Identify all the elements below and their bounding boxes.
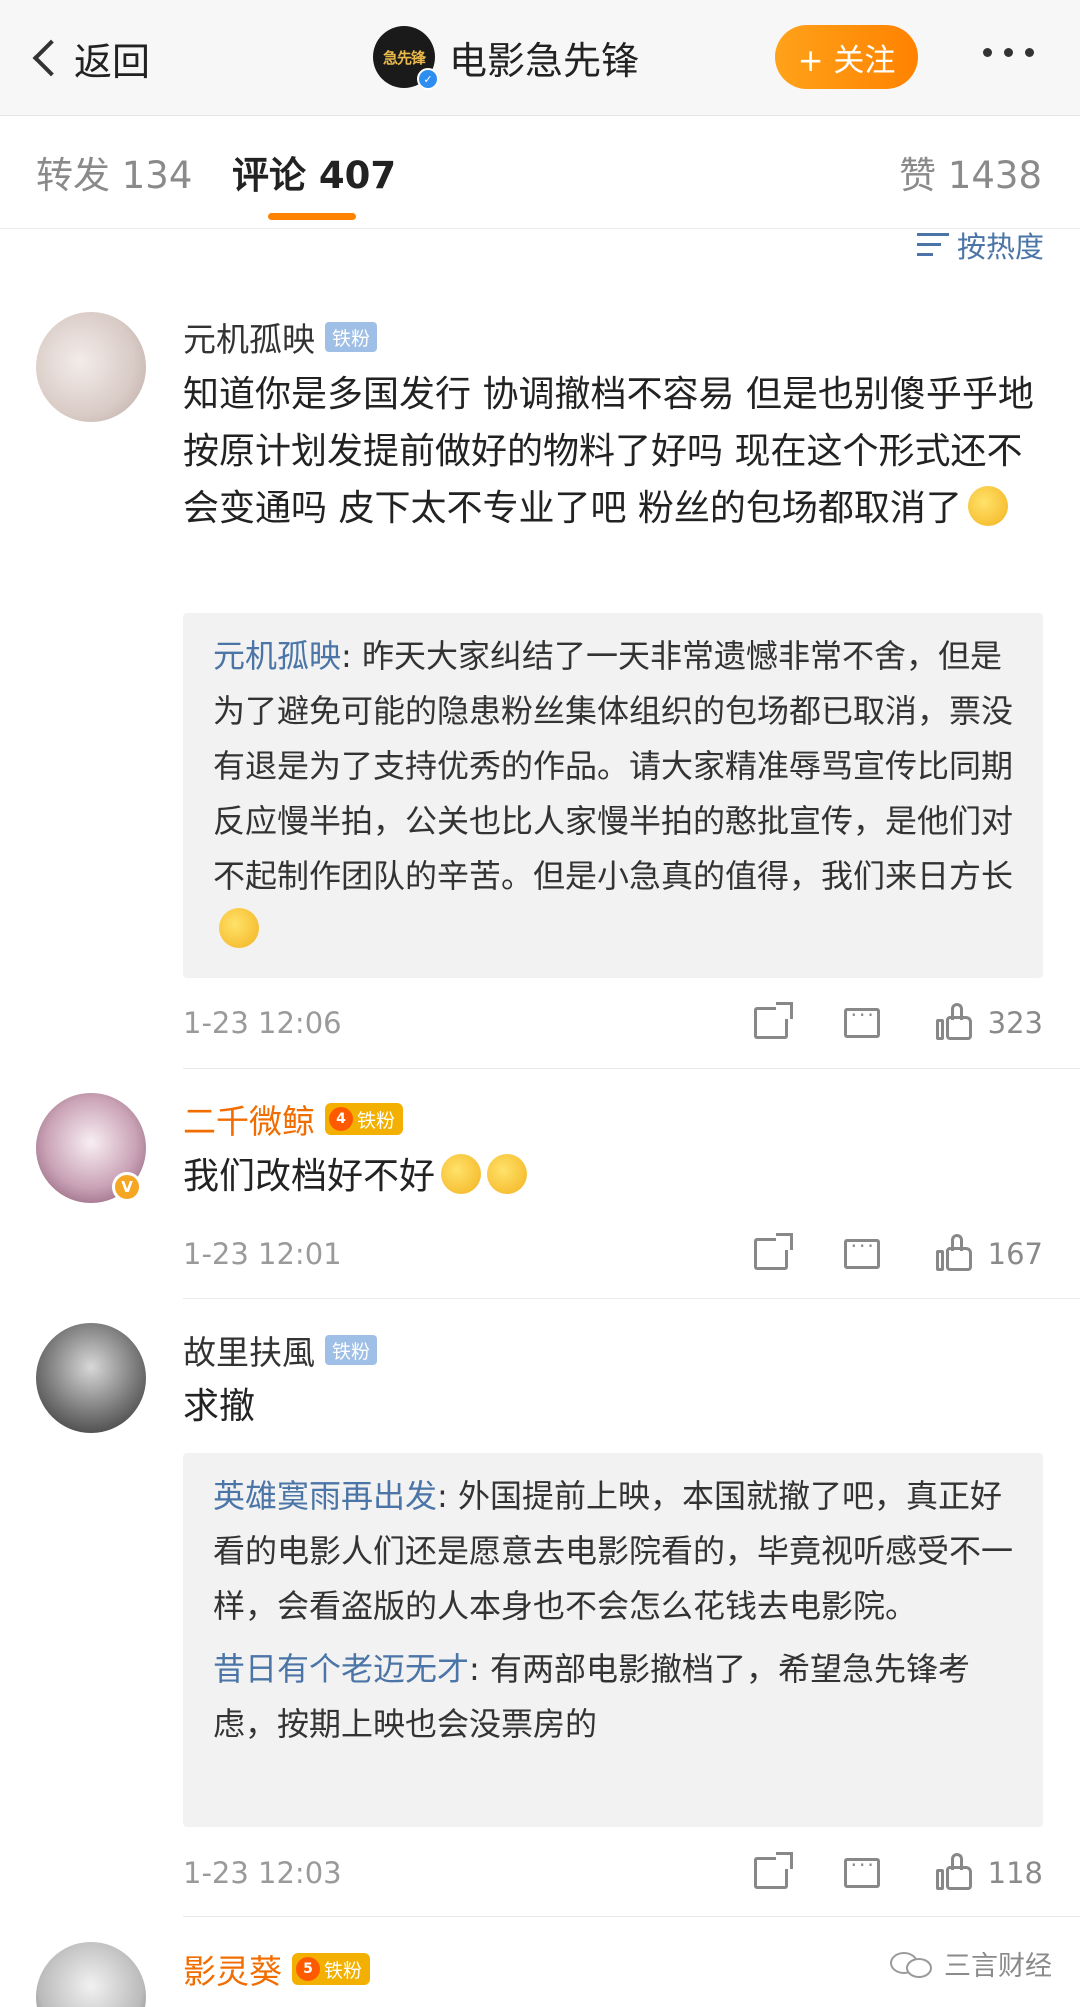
- comment-header: 故里扶風 铁粉: [183, 1326, 378, 1374]
- like-button[interactable]: 118: [935, 1853, 1043, 1893]
- page-title: 电影急先锋: [449, 38, 640, 83]
- commenter-name[interactable]: 元机孤映: [183, 313, 315, 361]
- like-button[interactable]: 167: [935, 1234, 1043, 1274]
- account-avatar: 急先锋 ✓: [373, 26, 439, 90]
- comment-actions: 323: [753, 1002, 1043, 1043]
- reply-item: 昔日有个老迈无才: 有两部电影撤档了，希望急先锋考虑，按期上映也会没票房的: [213, 1642, 1015, 1752]
- commenter-name[interactable]: 影灵葵: [183, 1945, 282, 1993]
- avatar[interactable]: [36, 1942, 146, 2007]
- verified-badge-icon: V: [112, 1172, 142, 1202]
- reply-author[interactable]: 元机孤映: [213, 637, 341, 675]
- share-icon[interactable]: [753, 1002, 793, 1039]
- avatar[interactable]: [36, 312, 146, 422]
- comment-text: 我们改档好不好: [183, 1148, 1043, 1205]
- like-button[interactable]: 323: [935, 1003, 1043, 1043]
- comment-meta: 1-23 12:01 167: [183, 1230, 1043, 1278]
- reply-text: 昨天大家纠结了一天非常遗憾非常不舍，但是为了避免可能的隐患粉丝集体组织的包场都已…: [213, 637, 1014, 895]
- comment-time: 1-23 12:03: [183, 1856, 342, 1890]
- share-icon[interactable]: [753, 1852, 793, 1889]
- comment-header: 二千微鲸 4 铁粉: [183, 1095, 404, 1143]
- account-title[interactable]: 急先锋 ✓ 电影急先锋: [373, 24, 639, 90]
- reply-colon: :: [437, 1477, 458, 1515]
- sort-by-hot-button[interactable]: 按热度: [916, 224, 1044, 266]
- top-nav-bar: 返回 急先锋 ✓ 电影急先锋 + 关注: [0, 0, 1080, 116]
- verified-icon: ✓: [417, 68, 439, 90]
- back-button[interactable]: 返回: [28, 28, 150, 88]
- tab-repost[interactable]: 转发 134: [36, 145, 192, 199]
- reply-colon: :: [341, 637, 362, 675]
- commenter-name[interactable]: 故里扶風: [183, 1326, 315, 1374]
- reply-box[interactable]: 元机孤映: 昨天大家纠结了一天非常遗憾非常不舍，但是为了避免可能的隐患粉丝集体组…: [183, 613, 1043, 978]
- chevron-left-icon: [32, 39, 70, 77]
- watermark: 三言财经: [890, 1944, 1052, 1983]
- like-count: 118: [987, 1856, 1043, 1890]
- reply-box[interactable]: 英雄寞雨再出发: 外国提前上映，本国就撤了吧，真正好看的电影人们还是愿意去电影院…: [183, 1453, 1043, 1827]
- comment-text: 求撤: [183, 1386, 256, 1427]
- emoji-icon: [967, 486, 1008, 526]
- follow-button[interactable]: + 关注: [775, 25, 918, 89]
- comment-text-content: 我们改档好不好: [183, 1156, 436, 1197]
- logo-text: 急先锋: [382, 48, 426, 67]
- comment-time: 1-23 12:06: [183, 1006, 342, 1040]
- comment-actions: 167: [753, 1233, 1043, 1274]
- comment-header: 影灵葵 5 铁粉: [183, 1945, 371, 1993]
- commenter-name[interactable]: 二千微鲸: [183, 1095, 315, 1143]
- thumbs-up-icon: [935, 1853, 976, 1893]
- back-label: 返回: [74, 39, 151, 84]
- fan-badge: 铁粉: [325, 322, 378, 352]
- tab-bar: 转发 134 评论 407 赞 1438: [0, 117, 1080, 229]
- reply-item: 英雄寞雨再出发: 外国提前上映，本国就撤了吧，真正好看的电影人们还是愿意去电影院…: [213, 1469, 1015, 1634]
- fan-badge: 5 铁粉: [292, 1953, 371, 1985]
- fan-badge: 铁粉: [325, 1335, 378, 1365]
- comment-text-content: 知道你是多国发行 协调撤档不容易 但是也别傻乎乎地按原计划发提前做好的物料了好吗…: [183, 374, 1034, 529]
- wechat-icon: [890, 1948, 938, 1980]
- reply-icon[interactable]: [843, 1234, 880, 1269]
- pleading-emoji-icon: [487, 1154, 528, 1194]
- share-icon[interactable]: [753, 1233, 793, 1270]
- comment-meta: 1-23 12:03 118: [183, 1849, 1043, 1897]
- fan-badge-label: 铁粉: [357, 1109, 396, 1132]
- reply-icon[interactable]: [843, 1003, 880, 1038]
- comment-meta: 1-23 12:06 323: [183, 999, 1043, 1047]
- fan-badge: 4 铁粉: [325, 1103, 404, 1135]
- sort-label: 按热度: [956, 230, 1044, 264]
- comment-time: 1-23 12:01: [183, 1237, 342, 1271]
- comment-text: 知道你是多国发行 协调撤档不容易 但是也别傻乎乎地按原计划发提前做好的物料了好吗…: [183, 366, 1043, 537]
- reply-colon: :: [469, 1650, 490, 1688]
- divider: [183, 1916, 1080, 1917]
- reply-author[interactable]: 昔日有个老迈无才: [213, 1650, 469, 1688]
- like-count: 167: [987, 1237, 1043, 1271]
- tab-like[interactable]: 赞 1438: [899, 145, 1042, 199]
- watermark-text: 三言财经: [944, 1951, 1052, 1982]
- pleading-emoji-icon: [441, 1154, 482, 1194]
- crown-level-icon: 5: [296, 1957, 320, 1981]
- thumbs-up-icon: [935, 1234, 976, 1274]
- thumbs-up-icon: [935, 1003, 976, 1043]
- sort-icon: [916, 231, 949, 259]
- comment-actions: 118: [753, 1852, 1043, 1893]
- fan-badge-label: 铁粉: [324, 1959, 363, 1982]
- reply-author[interactable]: 英雄寞雨再出发: [213, 1477, 437, 1515]
- thumbs-up-emoji-icon: [219, 908, 259, 948]
- divider: [183, 1298, 1080, 1299]
- comment-header: 元机孤映 铁粉: [183, 313, 378, 361]
- reply-icon[interactable]: [843, 1853, 880, 1888]
- active-tab-indicator: [268, 213, 356, 220]
- more-options-icon[interactable]: [983, 48, 1034, 57]
- like-count: 323: [987, 1006, 1043, 1040]
- crown-level-icon: 4: [329, 1107, 353, 1131]
- divider: [183, 1068, 1080, 1069]
- avatar[interactable]: [36, 1323, 146, 1433]
